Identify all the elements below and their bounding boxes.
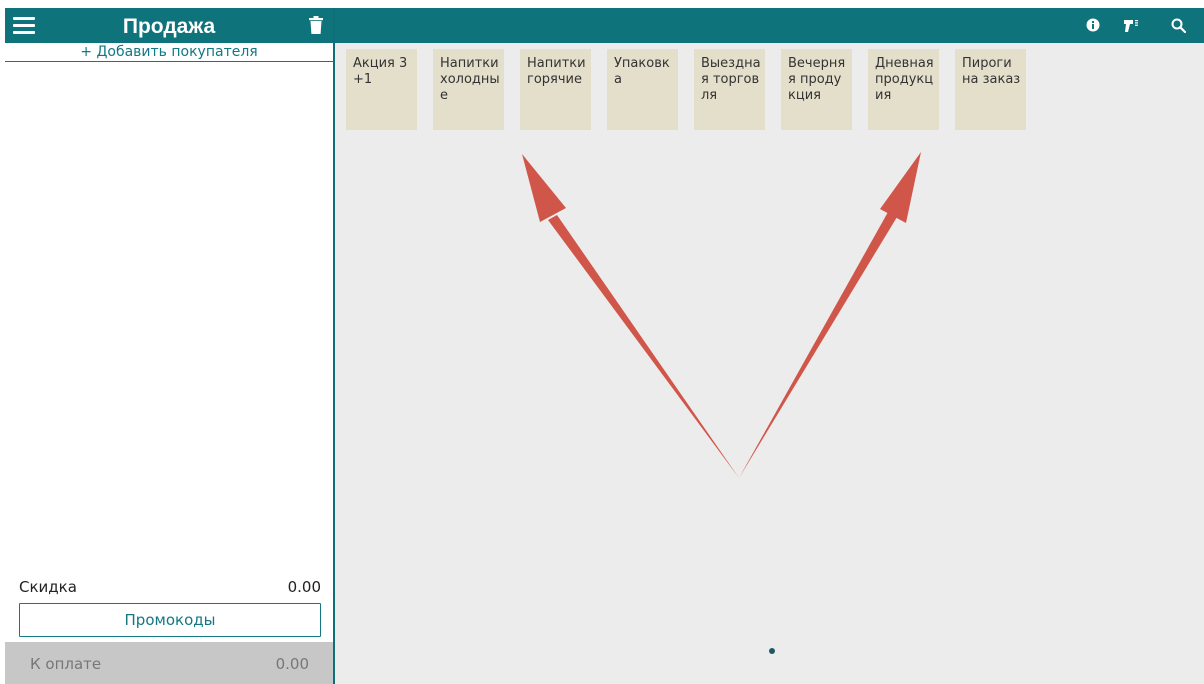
discount-value: 0.00 [287,578,321,596]
category-tile[interactable]: Вечерняя продукция [781,49,852,130]
add-customer-link[interactable]: + Добавить покупателя [5,44,333,62]
promo-codes-button[interactable]: Промокоды [19,603,321,637]
category-tile[interactable]: Упаковка [607,49,678,130]
category-tile[interactable]: Напитки горячие [520,49,591,130]
pay-button[interactable]: К оплате 0.00 [5,642,333,684]
page-title: Продажа [122,15,216,38]
category-tile[interactable]: Дневная продукция [868,49,939,130]
category-tile[interactable]: Выездная торговля [694,49,765,130]
barcode-scanner-icon[interactable] [1123,18,1139,33]
top-toolbar [335,8,1204,43]
cart-header: Продажа [5,8,333,43]
trash-icon[interactable] [309,16,323,34]
pos-app: Продажа + Добавить покупателя Скидка 0.0… [5,8,1204,684]
pay-label: К оплате [30,655,102,673]
discount-row: Скидка 0.00 [19,578,321,598]
category-tile[interactable]: Пироги на заказ [955,49,1026,130]
screen-top-edge [0,0,1204,8]
discount-label: Скидка [19,578,77,596]
category-tile[interactable]: Акция 3+1 [346,49,417,130]
info-icon[interactable] [1086,18,1100,32]
search-icon[interactable] [1171,18,1186,33]
category-tile[interactable]: Напитки холодные [433,49,504,130]
pay-total: 0.00 [275,655,309,673]
page-indicator-dot [769,648,775,654]
cart-panel: Продажа + Добавить покупателя Скидка 0.0… [5,8,335,684]
